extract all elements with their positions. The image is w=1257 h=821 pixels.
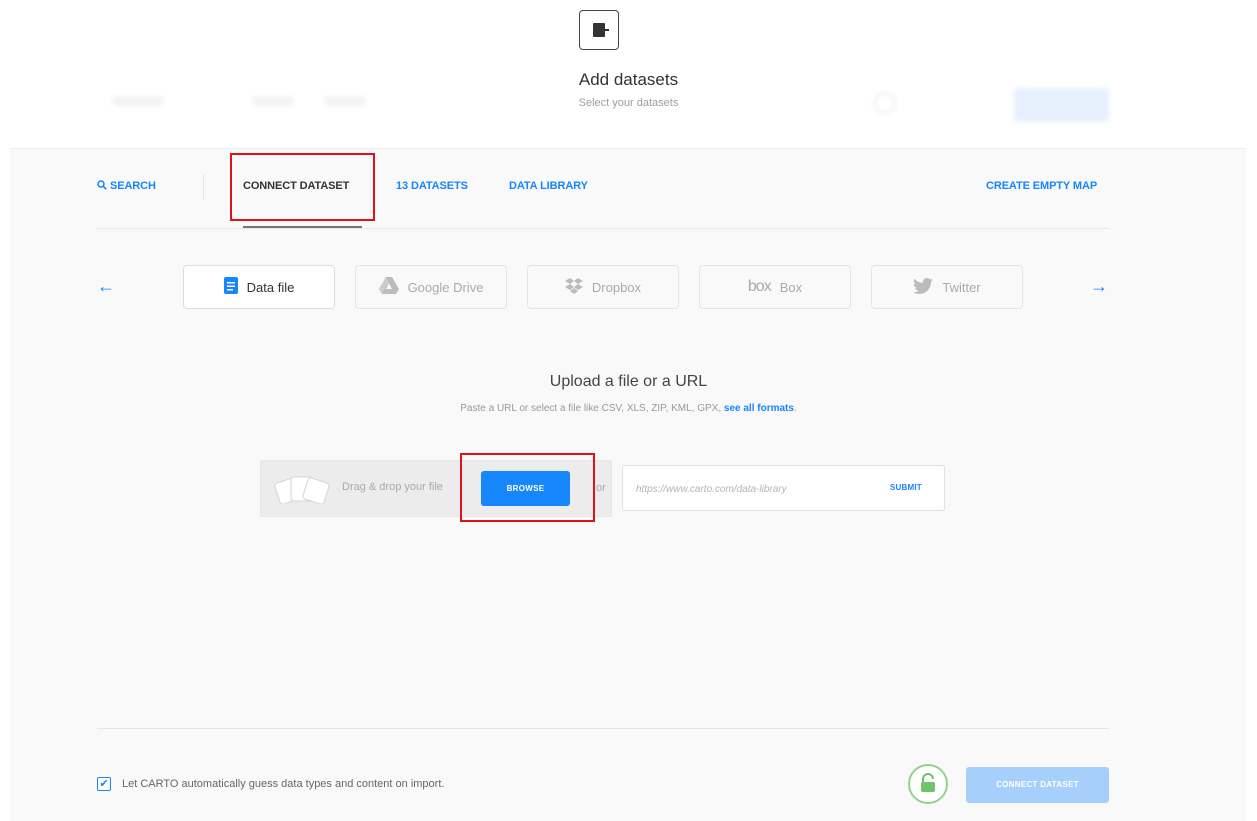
modal-title: Add datasets [578, 70, 679, 89]
source-data-file[interactable]: Data file [183, 265, 335, 309]
footer-divider [97, 728, 1109, 729]
source-label: Dropbox [591, 279, 642, 295]
source-google-drive[interactable]: Google Drive [355, 265, 507, 309]
nav-divider [203, 174, 204, 200]
tab-datasets[interactable]: 13 DATASETS [396, 180, 468, 192]
dataset-icon [579, 10, 619, 50]
prev-arrow-icon[interactable]: ← [97, 276, 115, 297]
guess-types-checkbox[interactable]: ✔ [97, 777, 111, 791]
dropbox-icon [564, 277, 583, 297]
create-empty-map-link[interactable]: CREATE EMPTY MAP [986, 180, 1097, 192]
google-drive-icon [378, 277, 399, 297]
drop-zone-label: Drag & drop your file [342, 481, 443, 493]
source-twitter[interactable]: Twitter [871, 265, 1023, 309]
tab-search[interactable]: SEARCH [97, 180, 156, 192]
nav-divider-line [97, 228, 1109, 229]
upload-subtitle-text: Paste a URL or select a file like CSV, X… [460, 403, 722, 414]
highlight-box-browse [460, 453, 595, 522]
source-label: Google Drive [407, 279, 484, 295]
see-all-formats-link[interactable]: see all formats [724, 403, 794, 414]
source-label: Box [779, 279, 803, 295]
search-icon [97, 180, 110, 192]
submit-url-button[interactable]: SUBMIT [890, 483, 922, 492]
modal-subtitle: Select your datasets [578, 97, 679, 109]
highlight-box-connect-tab [230, 153, 375, 221]
source-label: Twitter [942, 279, 981, 295]
or-separator: or [596, 482, 606, 494]
twitter-icon [913, 277, 934, 297]
source-box[interactable]: box Box [699, 265, 851, 309]
next-arrow-icon[interactable]: → [1090, 276, 1108, 297]
url-input[interactable] [636, 480, 861, 498]
document-icon [223, 277, 238, 297]
upload-subtitle: Paste a URL or select a file like CSV, X… [460, 403, 797, 414]
tab-data-library[interactable]: DATA LIBRARY [509, 180, 588, 192]
source-label: Data file [246, 279, 295, 295]
connect-dataset-button[interactable]: CONNECT DATASET [966, 767, 1109, 803]
tab-search-label: SEARCH [109, 180, 156, 192]
upload-title: Upload a file or a URL [549, 373, 708, 390]
source-dropbox[interactable]: Dropbox [527, 265, 679, 309]
privacy-lock-button[interactable] [908, 764, 948, 804]
files-stack-icon [271, 474, 335, 505]
checkmark-icon: ✔ [99, 778, 109, 790]
modal-header: Add datasets Select your datasets [0, 0, 1257, 148]
guess-types-label: Let CARTO automatically guess data types… [122, 778, 445, 790]
unlocked-padlock-icon [910, 773, 946, 806]
box-logo-icon: box [747, 278, 772, 295]
